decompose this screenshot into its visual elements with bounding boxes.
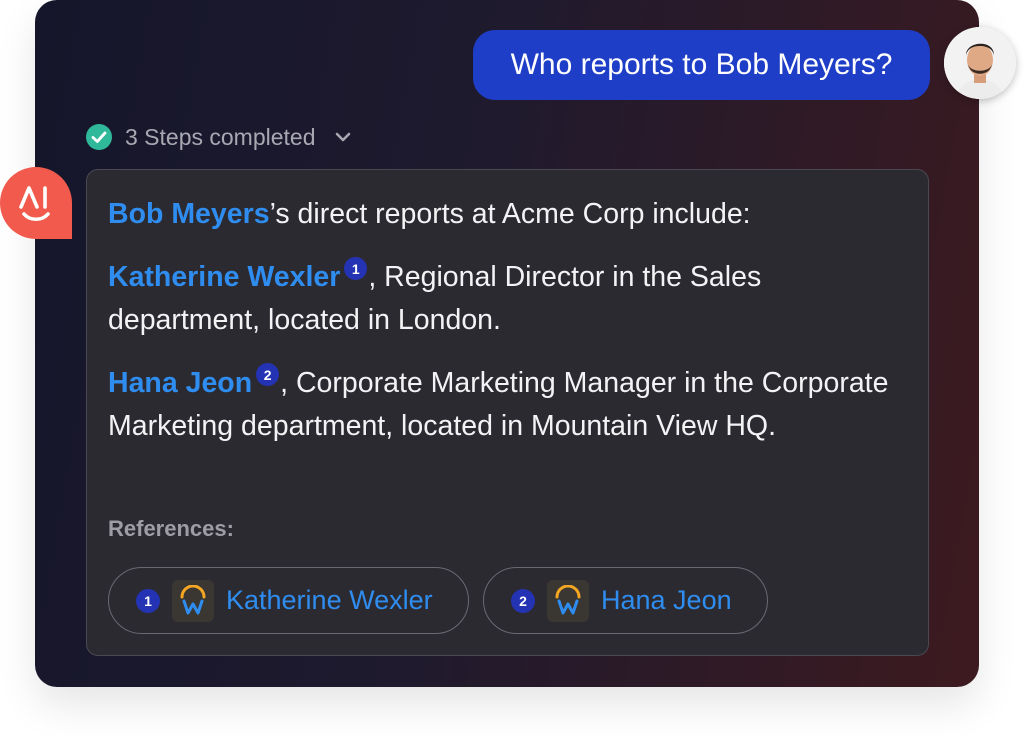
citation-badge[interactable]: 1: [344, 257, 368, 280]
answer-intro-text: ’s direct reports at Acme Corp include:: [269, 198, 751, 230]
check-circle-icon: [86, 124, 112, 150]
reference-name: Hana Jeon: [601, 585, 732, 615]
steps-completed-toggle[interactable]: 3 Steps completed: [85, 121, 354, 153]
answer-item: Hana Jeon 2, Corporate Marketing Manager …: [108, 362, 898, 448]
reference-chip-hana-jeon[interactable]: 2 Hana Jeon: [483, 567, 768, 634]
workday-icon: [172, 579, 214, 622]
answer-item: Katherine Wexler 1, Regional Director in …: [108, 256, 898, 342]
workday-icon: [547, 579, 589, 622]
answer-intro: Bob Meyers’s direct reports at Acme Corp…: [108, 193, 898, 236]
user-avatar[interactable]: [944, 27, 1016, 99]
reference-number-badge: 2: [511, 588, 535, 613]
steps-label: 3 Steps completed: [125, 123, 316, 150]
reference-number-badge: 1: [136, 588, 160, 613]
reference-name: Katherine Wexler: [226, 585, 433, 615]
person-link-hana-jeon[interactable]: Hana Jeon: [108, 367, 252, 399]
reference-chip-katherine-wexler[interactable]: 1 Katherine Wexler: [108, 567, 469, 634]
assistant-logo: [0, 167, 72, 239]
user-message-bubble: Who reports to Bob Meyers?: [473, 30, 930, 100]
references-label: References:: [108, 516, 234, 541]
ai-logo-icon: [19, 186, 50, 222]
person-link-katherine-wexler[interactable]: Katherine Wexler: [108, 261, 340, 293]
assistant-answer-card: Bob Meyers’s direct reports at Acme Corp…: [86, 169, 929, 656]
person-link-bob-meyers[interactable]: Bob Meyers: [108, 198, 270, 230]
chevron-down-icon[interactable]: [332, 126, 354, 148]
user-avatar-image: [944, 27, 1016, 99]
citation-badge[interactable]: 2: [256, 363, 280, 386]
user-message-text: Who reports to Bob Meyers?: [510, 48, 893, 81]
